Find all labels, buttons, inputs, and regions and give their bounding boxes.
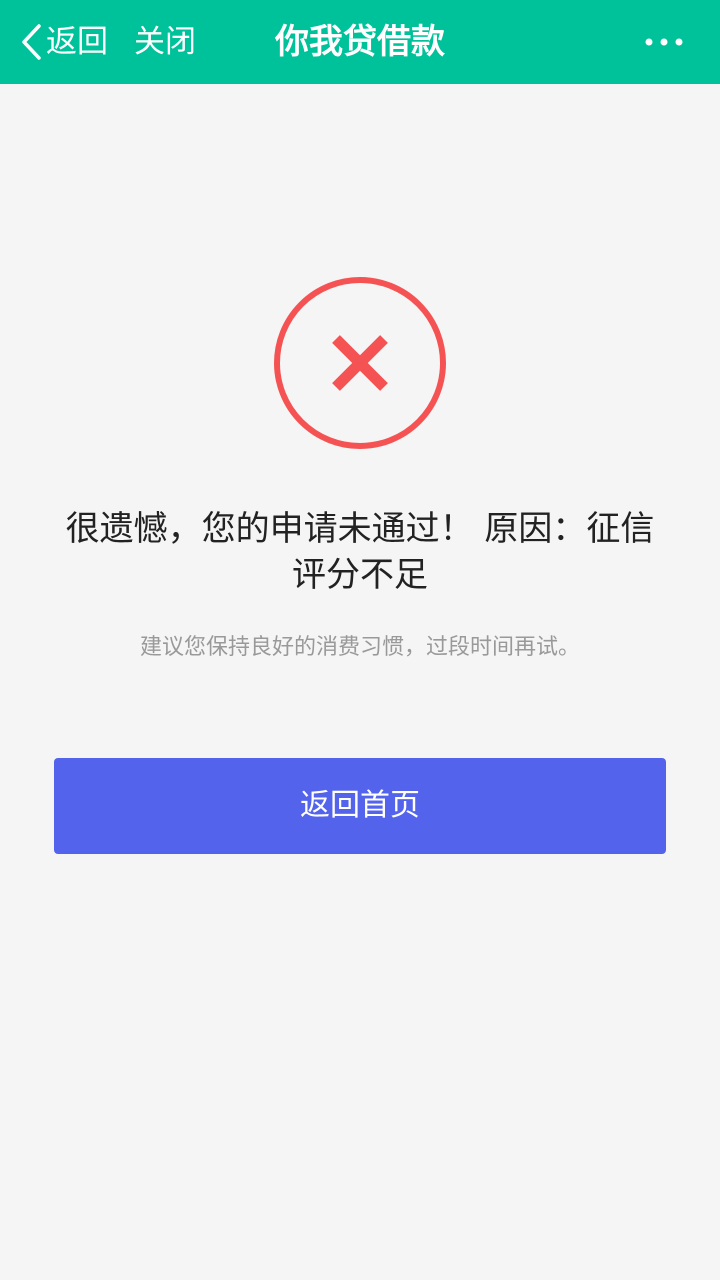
result-message: 很遗憾，您的申请未通过！ 原因：征信评分不足 [65, 509, 655, 595]
back-to-home-button[interactable]: 返回首页 [54, 758, 666, 854]
more-options-button[interactable] [636, 22, 692, 62]
more-dots-icon [636, 38, 692, 66]
page-title: 你我贷借款 [275, 22, 445, 62]
error-cross-icon [272, 275, 448, 451]
chevron-left-icon [20, 23, 42, 61]
back-button[interactable]: 返回 [20, 20, 108, 64]
suggestion-text: 建议您保持良好的消费习惯，过段时间再试。 [139, 635, 580, 660]
top-nav-bar: 返回 关闭 你我贷借款 [0, 0, 720, 84]
close-button[interactable]: 关闭 [134, 20, 196, 64]
back-label: 返回 [46, 24, 108, 60]
